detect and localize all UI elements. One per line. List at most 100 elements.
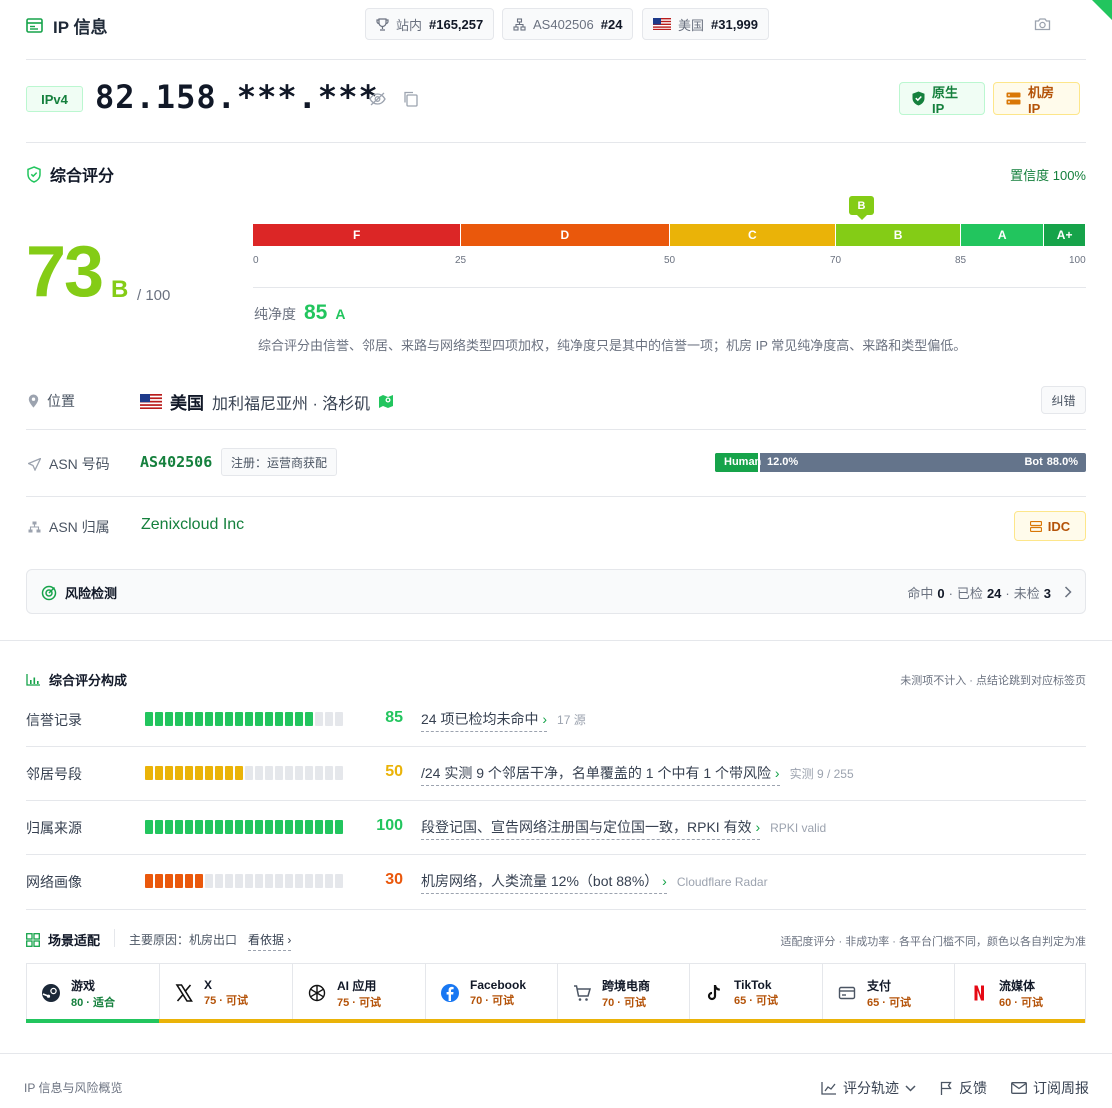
- copy-icon[interactable]: [403, 91, 418, 107]
- meter-segment: [285, 874, 293, 888]
- composition-label: 网络画像: [26, 874, 82, 890]
- scene-card[interactable]: 跨境电商 70 · 可试: [557, 963, 689, 1023]
- scene-status-bar: [822, 1019, 954, 1023]
- meter-segment: [235, 874, 243, 888]
- meter-segment: [195, 820, 203, 834]
- scene-name: 跨境电商: [602, 978, 651, 993]
- rank-asn-value: #24: [600, 16, 623, 32]
- rank-country-pill[interactable]: 美国 #31,999: [642, 8, 770, 40]
- grade-segment-c: C: [669, 224, 837, 246]
- scene-card[interactable]: AI 应用 75 · 可试: [292, 963, 425, 1023]
- flag-icon: [940, 1081, 953, 1096]
- meter-segment: [175, 712, 183, 726]
- scene-name: 支付: [867, 978, 892, 993]
- corner-ribbon[interactable]: [1090, 0, 1112, 22]
- datacenter-ip-label: 机房 IP: [1028, 84, 1055, 116]
- meter-segment: [225, 712, 233, 726]
- native-ip-tag: 原生 IP: [899, 82, 985, 116]
- meter-segment: [155, 874, 163, 888]
- scene-score: 80 · 适合: [71, 996, 116, 1009]
- mail-icon: [1011, 1082, 1027, 1094]
- meter-segment: [185, 820, 193, 834]
- scene-card[interactable]: X 75 · 可试: [159, 963, 292, 1023]
- composition-title-text: 综合评分构成: [49, 673, 128, 688]
- card-icon: [837, 983, 857, 1003]
- bar-chart-icon: [26, 673, 41, 686]
- scene-text: X 75 · 可试: [204, 978, 248, 1008]
- meter-segment: [215, 766, 223, 780]
- score-grade: B: [111, 276, 129, 303]
- rank-asn-pill[interactable]: AS402506 #24: [502, 8, 634, 40]
- asn-number[interactable]: AS402506: [140, 453, 212, 471]
- score-trend-button[interactable]: 评分轨迹: [821, 1078, 916, 1098]
- human-traffic-label: Human: [724, 456, 762, 468]
- meter-segment: [205, 874, 213, 888]
- composition-label: 信誉记录: [26, 712, 82, 728]
- feedback-button[interactable]: 反馈: [940, 1078, 987, 1098]
- composition-conclusion-link[interactable]: /24 实测 9 个邻居干净，名单覆盖的 1 个中有 1 个带风险 ›: [421, 763, 780, 786]
- meter-segment: [225, 766, 233, 780]
- scene-text: 游戏 80 · 适合: [71, 977, 115, 1010]
- meter-segment: [265, 766, 273, 780]
- meter-segment: [265, 820, 273, 834]
- meter-segment: [335, 874, 343, 888]
- meter-segment: [175, 820, 183, 834]
- meter-segment: [235, 712, 243, 726]
- camera-icon[interactable]: [1034, 17, 1051, 31]
- footer-caption: IP 信息与风险概览: [24, 1081, 123, 1095]
- scene-card[interactable]: TikTok 65 · 可试: [689, 963, 822, 1023]
- scene-name: TikTok: [734, 978, 772, 992]
- location-label: 位置: [28, 391, 75, 411]
- ip-address: 82.158.***.***: [95, 78, 379, 116]
- scene-card[interactable]: Facebook 70 · 可试: [425, 963, 557, 1023]
- scene-card[interactable]: 流媒体 60 · 可试: [954, 963, 1086, 1023]
- page-title: IP 信息: [26, 13, 107, 38]
- scene-text: 流媒体 60 · 可试: [999, 977, 1043, 1010]
- composition-detail: 24 项已检均未命中 › 17 源: [421, 709, 586, 732]
- map-icon[interactable]: [378, 394, 394, 409]
- meter-segment: [315, 820, 323, 834]
- asn-registration-badge: 注册：运营商获配: [221, 448, 338, 476]
- owner-name[interactable]: Zenixcloud Inc: [141, 516, 244, 534]
- owner-label-text: ASN 归属: [49, 519, 110, 535]
- trend-chart-icon: [821, 1081, 837, 1095]
- scene-text: TikTok 65 · 可试: [734, 978, 778, 1008]
- scene-note: 适配度评分 · 非成功率 · 各平台门槛不同，颜色以各自判定为准: [780, 936, 1086, 948]
- asn-label: ASN 号码: [28, 454, 110, 474]
- eye-off-icon[interactable]: [369, 92, 386, 106]
- purity-grade: A: [335, 306, 346, 322]
- purity-row: 纯净度 85 A: [254, 301, 345, 325]
- owner-label: ASN 归属: [28, 517, 110, 537]
- pin-icon: [28, 394, 39, 408]
- purity-value: 85: [304, 301, 328, 324]
- correct-button[interactable]: 纠错: [1041, 386, 1086, 414]
- idc-badge: IDC: [1014, 511, 1086, 541]
- composition-conclusion-link[interactable]: 机房网络，人类流量 12%（bot 88%） ›: [421, 871, 667, 894]
- scene-card[interactable]: 游戏 80 · 适合: [26, 963, 159, 1023]
- location-country: 美国: [170, 394, 204, 413]
- rank-country-value: #31,999: [711, 16, 759, 32]
- score-trend-label: 评分轨迹: [843, 1080, 899, 1096]
- subscribe-label: 订阅周报: [1033, 1080, 1089, 1096]
- scene-card[interactable]: 支付 65 · 可试: [822, 963, 954, 1023]
- asn-label-text: ASN 号码: [49, 456, 110, 472]
- scene-score: 60 · 可试: [999, 996, 1044, 1009]
- radar-icon: [41, 585, 57, 601]
- scene-score: 70 · 可试: [602, 996, 647, 1009]
- meter-segment: [285, 712, 293, 726]
- divider: [26, 429, 1086, 430]
- subscribe-button[interactable]: 订阅周报: [1011, 1078, 1089, 1098]
- score-marker: B: [849, 196, 874, 215]
- scene-status-bar: [159, 1019, 292, 1023]
- risk-detection-card[interactable]: 风险检测 命中 0 · 已检 24 · 未检 3: [26, 569, 1086, 614]
- composition-conclusion-link[interactable]: 24 项已检均未命中 ›: [421, 709, 548, 732]
- rank-site-pill[interactable]: 站内 #165,257: [365, 8, 495, 40]
- rank-site-value: #165,257: [429, 16, 484, 32]
- trophy-icon: [376, 17, 389, 31]
- meter-segment: [315, 766, 323, 780]
- scene-evidence-link[interactable]: 看依据 ›: [248, 931, 292, 951]
- meter-segment: [165, 766, 173, 780]
- meter-segment: [235, 820, 243, 834]
- composition-conclusion-link[interactable]: 段登记国、宣告网络注册国与定位国一致，RPKI 有效 ›: [421, 817, 761, 840]
- meter-segment: [145, 766, 153, 780]
